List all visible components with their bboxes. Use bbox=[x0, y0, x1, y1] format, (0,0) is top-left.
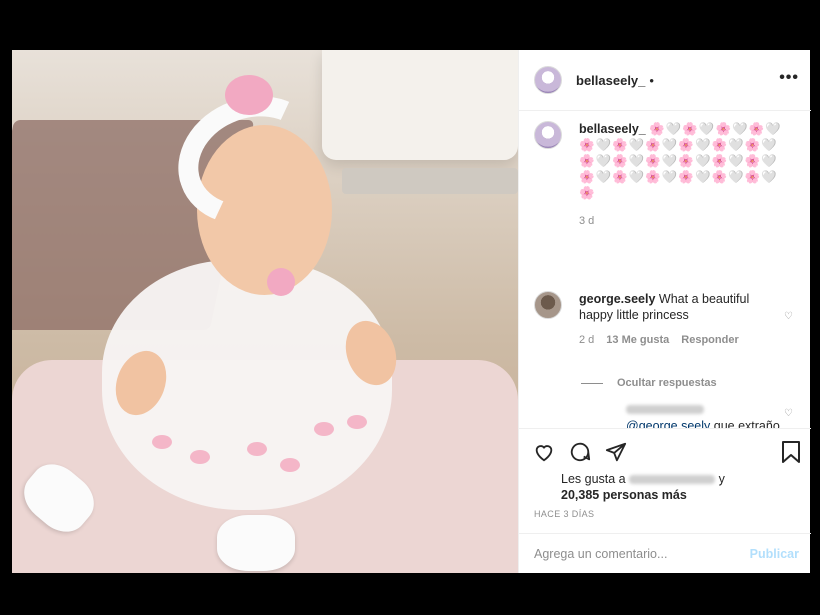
caption: bellaseely_ 🌸🤍🌸🤍🌸🤍🌸🤍🌸🤍🌸🤍🌸🤍🌸🤍🌸🤍🌸🤍🌸🤍🌸🤍🌸🤍🌸🤍… bbox=[534, 121, 784, 229]
reply-like-icon[interactable]: ♡ bbox=[784, 408, 793, 419]
photo-headband-flower bbox=[225, 75, 273, 115]
photo-petal bbox=[190, 450, 210, 464]
add-comment-bar: Publicar bbox=[519, 533, 811, 573]
caption-body: bellaseely_ 🌸🤍🌸🤍🌸🤍🌸🤍🌸🤍🌸🤍🌸🤍🌸🤍🌸🤍🌸🤍🌸🤍🌸🤍🌸🤍🌸🤍… bbox=[579, 121, 784, 229]
photo-sofa-base bbox=[342, 168, 518, 194]
share-icon[interactable] bbox=[605, 441, 627, 463]
comment-username[interactable]: george.seely bbox=[579, 292, 655, 306]
reply-button[interactable]: Responder bbox=[681, 332, 738, 348]
photo-petal bbox=[280, 458, 300, 472]
photo-petal bbox=[347, 415, 367, 429]
post-side-panel: bellaseely_ • ••• bellaseely_ 🌸🤍🌸🤍🌸🤍🌸🤍🌸🤍… bbox=[518, 50, 811, 573]
post-photo[interactable] bbox=[12, 50, 518, 573]
caption-meta: 3 d bbox=[579, 213, 784, 229]
photo-sofa bbox=[322, 50, 518, 160]
photo-shoe-right bbox=[217, 515, 295, 571]
header-dot: • bbox=[649, 72, 654, 88]
likes-suffix: y bbox=[718, 472, 725, 486]
photo-petal bbox=[152, 435, 172, 449]
caption-username[interactable]: bellaseely_ bbox=[579, 122, 646, 136]
comment-meta: 2 d 13 Me gusta Responder bbox=[579, 332, 784, 348]
action-icons bbox=[533, 441, 627, 463]
photo-dress-flower bbox=[267, 268, 295, 296]
likes-count[interactable]: 20,385 personas más bbox=[561, 488, 687, 502]
bookmark-icon[interactable] bbox=[781, 441, 801, 463]
commenter-avatar[interactable] bbox=[534, 291, 562, 319]
hide-replies-line bbox=[581, 382, 603, 384]
comment-item: george.seely What a beautiful happy litt… bbox=[534, 291, 784, 348]
comments-list[interactable]: bellaseely_ 🌸🤍🌸🤍🌸🤍🌸🤍🌸🤍🌸🤍🌸🤍🌸🤍🌸🤍🌸🤍🌸🤍🌸🤍🌸🤍🌸🤍… bbox=[519, 111, 811, 428]
hide-replies-button[interactable]: Ocultar respuestas bbox=[581, 377, 717, 389]
publish-button[interactable]: Publicar bbox=[750, 547, 799, 561]
reply-username-blurred bbox=[626, 405, 704, 414]
caption-avatar[interactable] bbox=[534, 121, 562, 149]
comment-body: george.seely What a beautiful happy litt… bbox=[579, 291, 784, 348]
comment-like-icon[interactable]: ♡ bbox=[784, 311, 793, 322]
likes-user-blurred bbox=[629, 475, 716, 485]
comment-input[interactable] bbox=[534, 546, 750, 561]
likes-prefix: Les gusta a bbox=[561, 472, 626, 486]
heart-icon[interactable] bbox=[533, 441, 555, 463]
comment-likes[interactable]: 13 Me gusta bbox=[606, 332, 669, 348]
comment-icon[interactable] bbox=[569, 441, 591, 463]
photo-petal bbox=[247, 442, 267, 456]
more-icon[interactable]: ••• bbox=[779, 69, 799, 87]
post-header: bellaseely_ • ••• bbox=[519, 50, 811, 111]
caption-time: 3 d bbox=[579, 215, 595, 227]
photo-petal bbox=[314, 422, 334, 436]
author-username[interactable]: bellaseely_ bbox=[576, 73, 645, 88]
reply-item: @george.seely que extraño que comenté fo… bbox=[626, 402, 786, 428]
likes-summary: Les gusta a y 20,385 personas más bbox=[561, 471, 725, 503]
comment-time: 2 d bbox=[579, 334, 595, 346]
author-avatar[interactable] bbox=[534, 66, 562, 94]
reply-mention[interactable]: @george.seely bbox=[626, 419, 710, 428]
instagram-post: bellaseely_ • ••• bellaseely_ 🌸🤍🌸🤍🌸🤍🌸🤍🌸🤍… bbox=[12, 50, 811, 573]
post-timestamp: HACE 3 DÍAS bbox=[534, 509, 595, 519]
hide-replies-label: Ocultar respuestas bbox=[617, 377, 717, 389]
